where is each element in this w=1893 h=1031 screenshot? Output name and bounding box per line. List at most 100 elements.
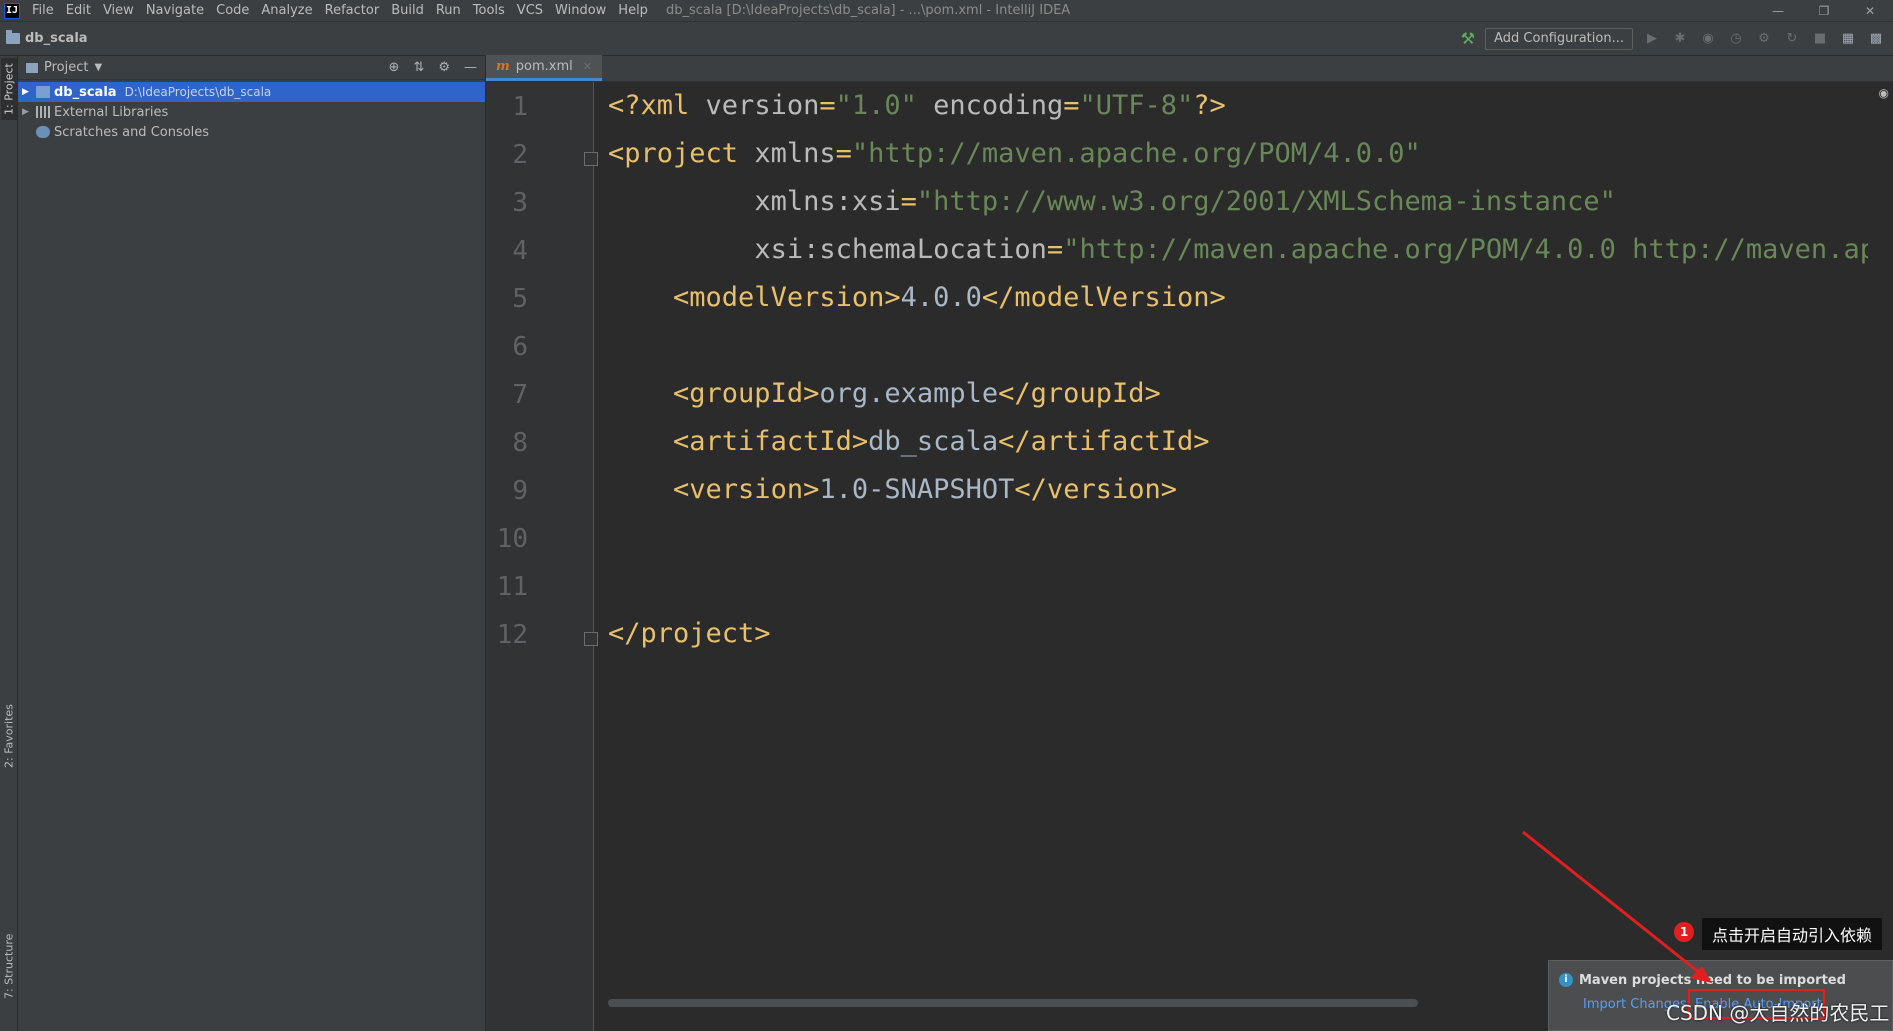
rerun-icon[interactable]: ↻ [1783,30,1801,48]
line-number: 2 [512,140,528,170]
title-bar: IJ File Edit View Navigate Code Analyze … [0,0,1893,22]
expand-arrow-icon[interactable]: ▶ [22,87,36,97]
toolbar-right: ⚒ Add Configuration... ▶ ✱ ◉ ◷ ⚙ ↻ ■ ▦ ▩ [1461,27,1893,50]
tab-pom-xml[interactable]: m pom.xml ✕ [486,55,602,81]
code-line-1: <?xml version="1.0" encoding="UTF-8"?> [608,90,1226,121]
project-structure-icon[interactable]: ▦ [1839,30,1857,48]
editor-area: m pom.xml ✕ ◉ 1 2 3 4 5 6 7 8 9 10 11 12… [486,55,1893,1031]
left-tool-strip: 1: Project 2: Favorites 7: Structure [0,56,18,1031]
menu-bar: File Edit View Navigate Code Analyze Ref… [26,0,654,22]
code-line-7: <groupId>org.example</groupId> [673,378,1161,409]
fold-marker-icon[interactable] [584,152,598,166]
tree-item-label: db_scala [54,84,117,100]
tree-item-label: External Libraries [54,104,169,120]
line-number: 8 [512,428,528,458]
callout-text: 点击开启自动引入依赖 [1702,918,1883,950]
line-number: 10 [496,524,528,554]
tree-item-path: D:\IdeaProjects\db_scala [124,85,272,99]
tool-tab-favorites-label: 2: Favorites [2,704,16,768]
line-number: 3 [512,188,528,218]
info-icon: i [1559,973,1573,987]
code-line-3: xmlns:xsi="http://www.w3.org/2001/XMLSch… [754,186,1616,217]
minimize-icon[interactable]: — [1755,0,1801,22]
watermark: CSDN @大自然的农民工 [1666,1001,1890,1025]
module-folder-icon [36,86,50,98]
folder-icon [6,30,20,44]
hide-icon[interactable]: — [464,60,477,75]
project-panel-title: Project [44,60,89,75]
code-line-9: <version>1.0-SNAPSHOT</version> [673,474,1177,505]
horizontal-scrollbar[interactable] [608,999,1418,1007]
tool-tab-project[interactable]: 1: Project [1,58,17,120]
intellij-logo-icon: IJ [4,2,20,19]
menu-code[interactable]: Code [210,0,255,22]
fold-marker-icon[interactable] [584,632,598,646]
menu-view[interactable]: View [97,0,140,22]
debug-icon[interactable]: ✱ [1671,30,1689,48]
restore-icon[interactable]: ❐ [1801,0,1847,22]
tree-item-scratches[interactable]: Scratches and Consoles [18,122,485,142]
line-number: 1 [512,92,528,122]
callout-badge: 1 [1674,922,1694,942]
breadcrumb[interactable]: db_scala [0,30,88,46]
stop-icon[interactable]: ■ [1811,30,1829,48]
tool-tab-project-label: 1: Project [2,63,16,115]
line-number: 12 [496,620,528,650]
code-line-5: <modelVersion>4.0.0</modelVersion> [673,282,1226,313]
menu-run[interactable]: Run [430,0,467,22]
libraries-icon [36,106,50,118]
project-panel-tools: ⊕ ⇅ ⚙ — [389,60,477,75]
close-icon[interactable]: ✕ [1847,0,1893,22]
project-view-selector[interactable]: Project ▼ [26,60,102,75]
code-line-8: <artifactId>db_scala</artifactId> [673,426,1210,457]
reader-mode-icon[interactable]: ◉ [1879,86,1889,100]
project-view-icon [26,62,38,73]
line-number: 9 [512,476,528,506]
editor-gutter: 1 2 3 4 5 6 7 8 9 10 11 12 [486,82,598,1031]
scratches-icon [36,126,50,138]
chevron-down-icon: ▼ [94,62,103,73]
line-number: 11 [496,572,528,602]
navigation-bar: db_scala ⚒ Add Configuration... ▶ ✱ ◉ ◷ … [0,22,1893,56]
menu-analyze[interactable]: Analyze [255,0,318,22]
line-number: 5 [512,284,528,314]
coverage-icon[interactable]: ◉ [1699,30,1717,48]
code-line-2: <project xmlns="http://maven.apache.org/… [608,138,1421,169]
layout-icon[interactable]: ▩ [1867,30,1885,48]
tree-item-external-libraries[interactable]: ▶ External Libraries [18,102,485,122]
line-number: 6 [512,332,528,362]
tree-item-db-scala[interactable]: ▶ db_scala D:\IdeaProjects\db_scala [18,82,485,102]
breadcrumb-project[interactable]: db_scala [25,31,88,46]
menu-window[interactable]: Window [549,0,612,22]
profile-icon[interactable]: ◷ [1727,30,1745,48]
locate-icon[interactable]: ⊕ [389,60,400,75]
project-panel-header: Project ▼ ⊕ ⇅ ⚙ — [18,56,485,80]
tree-item-label: Scratches and Consoles [54,124,210,140]
tab-label: pom.xml [515,59,573,74]
menu-navigate[interactable]: Navigate [140,0,210,22]
attach-icon[interactable]: ⚙ [1755,30,1773,48]
menu-file[interactable]: File [26,0,60,22]
build-hammer-icon[interactable]: ⚒ [1461,29,1475,48]
menu-build[interactable]: Build [385,0,430,22]
project-tree: ▶ db_scala D:\IdeaProjects\db_scala ▶ Ex… [18,80,485,142]
expand-arrow-icon[interactable]: ▶ [22,107,36,117]
notification-title: Maven projects need to be imported [1579,973,1846,988]
close-tab-icon[interactable]: ✕ [583,60,592,73]
maven-file-icon: m [496,59,510,74]
menu-edit[interactable]: Edit [60,0,97,22]
menu-help[interactable]: Help [612,0,654,22]
add-configuration-button[interactable]: Add Configuration... [1485,27,1633,50]
menu-tools[interactable]: Tools [467,0,511,22]
tool-tab-favorites[interactable]: 2: Favorites [1,696,17,776]
project-tool-window: Project ▼ ⊕ ⇅ ⚙ — ▶ db_scala D:\IdeaProj… [18,56,486,1031]
menu-refactor[interactable]: Refactor [319,0,386,22]
gear-icon[interactable]: ⚙ [438,60,450,75]
tool-tab-structure[interactable]: 7: Structure [1,926,17,1006]
collapse-all-icon[interactable]: ⇅ [413,60,424,75]
menu-vcs[interactable]: VCS [511,0,549,22]
code-content[interactable]: <?xml version="1.0" encoding="UTF-8"?> <… [608,82,1868,1002]
code-line-12: </project> [608,618,771,649]
run-icon[interactable]: ▶ [1643,30,1661,48]
window-controls: — ❐ ✕ [1755,0,1893,22]
